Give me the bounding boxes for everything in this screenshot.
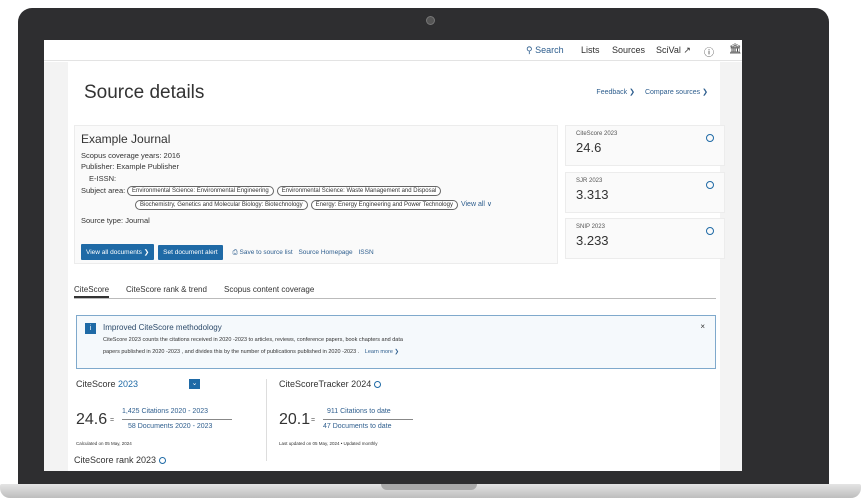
page-title: Source details xyxy=(84,82,205,103)
chevron-down-icon[interactable]: ⌄ xyxy=(189,379,200,389)
top-navigation: ⚲ Search Lists Sources SciVal ↗ ⓘ 🏛 xyxy=(44,40,742,61)
view-all-subjects-link[interactable]: View all ∨ xyxy=(461,201,492,208)
snip-metric-card: SNIP 2023 3.233 xyxy=(565,218,725,259)
nav-search[interactable]: ⚲ Search xyxy=(526,45,564,56)
info-icon[interactable] xyxy=(706,181,714,189)
citescore-heading: CiteScore 2023 xyxy=(76,379,139,389)
search-icon: ⚲ xyxy=(526,45,536,55)
metric-label: CiteScore 2023 xyxy=(576,131,618,137)
learn-more-link[interactable]: Learn more ❯ xyxy=(365,349,399,355)
issn-link[interactable]: ISSN xyxy=(358,249,373,256)
citescore-year[interactable]: 2023 xyxy=(118,379,138,389)
save-to-source-list-link[interactable]: ⎙ Save to source list xyxy=(233,249,293,256)
set-document-alert-button[interactable]: Set document alert xyxy=(158,245,223,260)
laptop-notch xyxy=(381,484,477,490)
info-icon[interactable] xyxy=(706,227,714,235)
screen: ⚲ Search Lists Sources SciVal ↗ ⓘ 🏛 Sour… xyxy=(44,40,742,471)
citescore-tracker-panel: CiteScoreTracker 2024 20.1 = 911 Citatio… xyxy=(266,379,466,461)
compare-sources-link[interactable]: Compare sources ❯ xyxy=(645,89,708,96)
subject-chips-row2: Biochemistry, Genetics and Molecular Bio… xyxy=(135,200,492,210)
help-icon[interactable]: ⓘ xyxy=(704,44,714,59)
laptop-mockup: ⚲ Search Lists Sources SciVal ↗ ⓘ 🏛 Sour… xyxy=(0,0,861,498)
nav-lists[interactable]: Lists xyxy=(581,45,600,55)
tracker-heading: CiteScoreTracker 2024 xyxy=(279,379,382,389)
subject-area-label: Subject area: xyxy=(81,186,126,195)
subject-chips-row1: Environmental Science: Environmental Eng… xyxy=(127,186,444,196)
camera-icon xyxy=(426,16,435,25)
info-icon[interactable] xyxy=(374,381,382,389)
equals-sign: = xyxy=(110,417,115,424)
calculated-date: Calculated on 05 May, 2024 xyxy=(76,441,132,446)
info-badge-icon: i xyxy=(85,323,96,334)
last-updated: Last updated on 05 May, 2024 • Updated m… xyxy=(279,441,378,446)
nav-sources[interactable]: Sources xyxy=(612,45,645,55)
source-page: Source details Feedback ❯ Compare source… xyxy=(68,62,725,471)
fraction-line xyxy=(323,419,413,420)
header-links: Feedback ❯ Compare sources ❯ xyxy=(588,88,708,96)
notice-text-line: papers published in 2020 -2023 , and div… xyxy=(103,349,400,355)
metric-value: 3.233 xyxy=(576,233,609,248)
bookmark-icon: ⎙ xyxy=(232,249,240,256)
tab-scopus-content-coverage[interactable]: Scopus content coverage xyxy=(224,285,314,294)
source-tabs: CiteScore CiteScore rank & trend Scopus … xyxy=(74,285,716,299)
fraction-line xyxy=(122,419,232,420)
metric-label: SNIP 2023 xyxy=(576,224,605,230)
methodology-notice: i Improved CiteScore methodology CiteSco… xyxy=(76,315,716,369)
citescore-rank-heading: CiteScore rank 2023 xyxy=(74,455,167,465)
eissn: E-ISSN: xyxy=(89,174,117,183)
citescore-metric-card: CiteScore 2023 24.6 xyxy=(565,125,725,166)
citations-link[interactable]: 1,425 Citations 2020 - 2023 xyxy=(122,408,208,415)
citescore-panel: CiteScore 2023 ⌄ 24.6 = 1,425 Citations … xyxy=(76,379,256,461)
journal-title: Example Journal xyxy=(81,132,171,146)
documents-link[interactable]: 58 Documents 2020 - 2023 xyxy=(128,423,212,430)
tab-citescore[interactable]: CiteScore xyxy=(74,285,110,298)
nav-scival[interactable]: SciVal ↗ xyxy=(656,45,691,56)
metric-value: 3.313 xyxy=(576,187,609,202)
documents-to-date-link[interactable]: 47 Documents to date xyxy=(323,423,392,430)
publisher: Publisher: Example Publisher xyxy=(81,162,179,171)
source-type: Source type: Journal xyxy=(81,216,150,225)
tracker-value: 20.1 xyxy=(279,411,311,428)
metric-label: SJR 2023 xyxy=(576,178,603,184)
citations-to-date-link[interactable]: 911 Citations to date xyxy=(327,408,391,415)
main-content: Source details Feedback ❯ Compare source… xyxy=(44,62,742,471)
source-homepage-link[interactable]: Source Homepage xyxy=(298,249,352,256)
citescore-value: 24.6 xyxy=(76,411,108,428)
institution-icon[interactable]: 🏛 xyxy=(729,44,742,55)
notice-title: Improved CiteScore methodology xyxy=(103,323,222,332)
feedback-link[interactable]: Feedback ❯ xyxy=(596,89,635,96)
subject-chip[interactable]: Energy: Energy Engineering and Power Tec… xyxy=(310,200,458,210)
info-icon[interactable] xyxy=(159,457,167,465)
info-icon[interactable] xyxy=(706,134,714,142)
metric-value: 24.6 xyxy=(576,140,602,155)
sjr-metric-card: SJR 2023 3.313 xyxy=(565,172,725,213)
subject-chip[interactable]: Environmental Science: Waste Management … xyxy=(276,186,442,196)
subject-chip[interactable]: Biochemistry, Genetics and Molecular Bio… xyxy=(135,200,308,210)
subject-chip[interactable]: Environmental Science: Environmental Eng… xyxy=(127,186,274,196)
notice-text-line: CiteScore 2023 counts the citations rece… xyxy=(103,337,403,343)
journal-info-card: Example Journal Scopus coverage years: 2… xyxy=(74,125,558,264)
equals-sign: = xyxy=(311,417,316,424)
action-row: View all documents ❯ Set document alert ⎙… xyxy=(81,244,374,260)
view-all-documents-button[interactable]: View all documents ❯ xyxy=(81,244,155,260)
close-icon[interactable]: × xyxy=(700,322,705,331)
coverage-years: Scopus coverage years: 2016 xyxy=(81,151,181,160)
tab-citescore-rank-trend[interactable]: CiteScore rank & trend xyxy=(126,285,207,294)
